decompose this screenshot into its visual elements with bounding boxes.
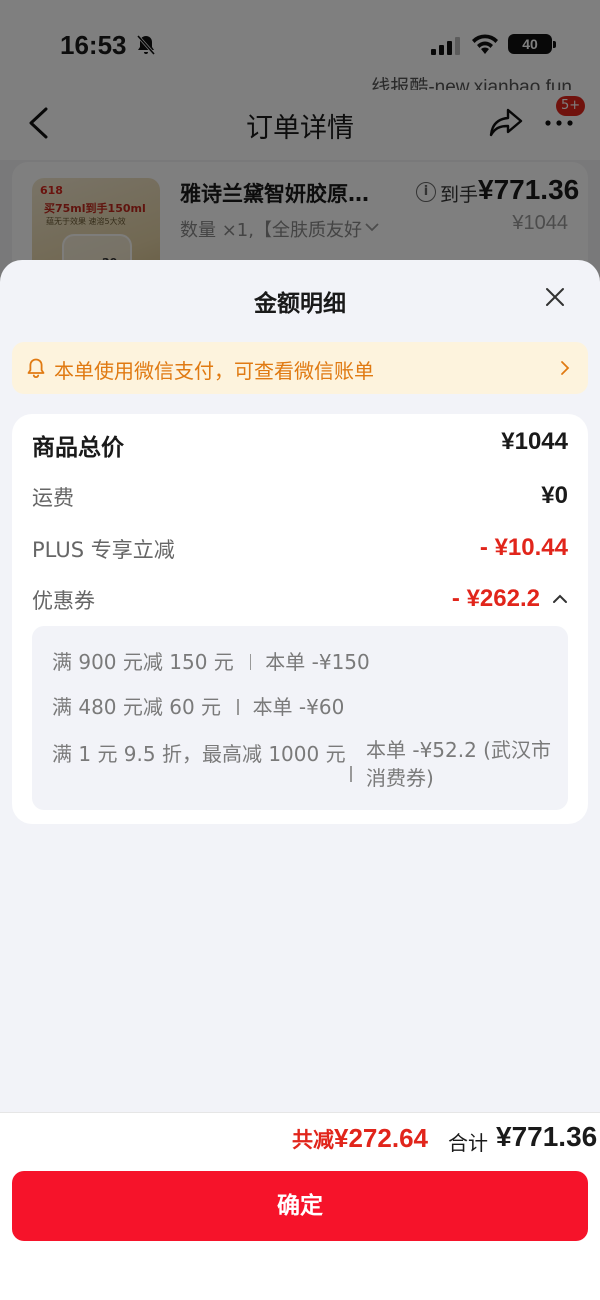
total-label: 合计	[448, 1131, 488, 1155]
plus-discount-row: PLUS 专享立减 - ¥10.44	[32, 534, 568, 570]
chevron-up-icon[interactable]	[552, 593, 568, 605]
shipping-label: 运费	[32, 486, 74, 510]
chevron-right-icon	[561, 361, 570, 375]
close-icon[interactable]	[544, 286, 566, 308]
saved-amount: ¥272.64	[334, 1123, 428, 1153]
wechat-bill-notice[interactable]: 本单使用微信支付，可查看微信账单	[12, 342, 588, 394]
coupon-divider	[249, 654, 252, 670]
coupon-detail: 本单 -¥52.2 (武汉市消费券)	[366, 738, 551, 790]
sheet-title: 金额明细	[254, 291, 346, 317]
confirm-button[interactable]: 确定	[12, 1171, 588, 1241]
coupon-item: 满 480 元减 60 元 本单 -¥60	[52, 691, 344, 720]
goods-total-value: ¥1044	[501, 428, 568, 455]
saved-label: 共减	[292, 1128, 334, 1152]
goods-total-label: 商品总价	[32, 435, 124, 461]
coupon-detail-list: 满 900 元减 150 元本单 -¥150 满 480 元减 60 元本单 -…	[32, 626, 568, 810]
total-amount: ¥771.36	[496, 1121, 598, 1152]
order-detail-page: 16:53 40 线报酷-new.xianbao.fun 订单详情	[0, 0, 600, 290]
coupon-rule: 满 900 元减 150 元	[52, 650, 234, 674]
shipping-value: ¥0	[541, 482, 568, 509]
shipping-row: 运费 ¥0	[32, 482, 568, 518]
coupon-item: 满 900 元减 150 元 本单 -¥150	[52, 646, 370, 675]
modal-overlay[interactable]	[0, 0, 600, 290]
plus-discount-label: PLUS 专享立减	[32, 538, 175, 562]
checkout-bar: 共减¥272.64 合计 ¥771.36 确定	[0, 1112, 600, 1300]
coupon-detail: 本单 -¥60	[252, 695, 345, 719]
coupon-divider	[350, 766, 352, 782]
coupon-rule: 满 480 元减 60 元	[52, 695, 222, 719]
coupon-row[interactable]: 优惠券 - ¥262.2	[32, 585, 568, 621]
coupon-rule: 满 1 元 9.5 折，最高减 1000 元	[52, 742, 346, 766]
goods-total-row: 商品总价 ¥1044	[32, 428, 568, 464]
price-breakdown-card: 商品总价 ¥1044 运费 ¥0 PLUS 专享立减 - ¥10.44 优惠券 …	[12, 414, 588, 824]
total-saved: 共减¥272.64	[292, 1123, 428, 1154]
coupon-label: 优惠券	[32, 589, 95, 613]
plus-discount-value: - ¥10.44	[479, 534, 568, 561]
bell-icon	[27, 358, 45, 378]
coupon-detail: 本单 -¥150	[265, 650, 370, 674]
coupon-divider	[237, 699, 239, 715]
notice-text: 本单使用微信支付，可查看微信账单	[54, 359, 374, 383]
coupon-value: - ¥262.2	[451, 585, 540, 612]
